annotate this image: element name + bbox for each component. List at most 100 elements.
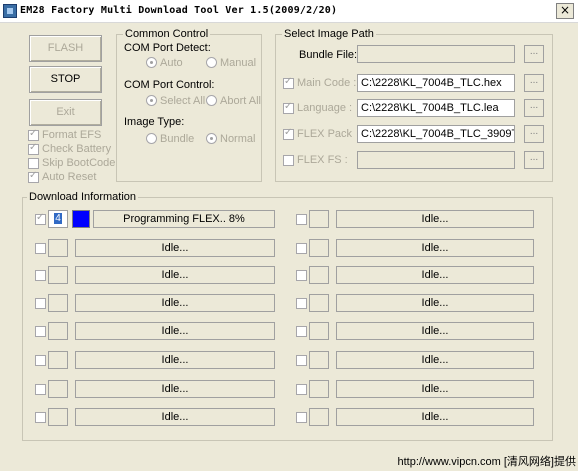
check-battery-checkbox[interactable] bbox=[28, 142, 39, 155]
port-checkbox[interactable] bbox=[296, 270, 307, 281]
port-checkbox[interactable] bbox=[296, 384, 307, 395]
detect-auto-radio[interactable] bbox=[146, 57, 157, 68]
progress-bar: Idle... bbox=[75, 239, 275, 257]
flex-pack-field[interactable]: C:\2228\KL_7004B_TLC_3909T.fsm bbox=[357, 125, 515, 143]
title-bar: EM28 Factory Multi Download Tool Ver 1.5… bbox=[0, 0, 578, 23]
port-checkbox[interactable] bbox=[35, 212, 46, 225]
port-checkbox[interactable] bbox=[35, 298, 46, 309]
flex-fs-label: FLEX FS : bbox=[297, 154, 348, 166]
flex-pack-browse-button[interactable]: ... bbox=[524, 125, 544, 143]
flex-fs-checkbox[interactable] bbox=[283, 155, 294, 166]
progress-bar: Idle... bbox=[336, 322, 534, 340]
auto-reset-checkbox[interactable] bbox=[28, 170, 39, 183]
progress-bar: Idle... bbox=[336, 294, 534, 312]
port-checkbox[interactable] bbox=[296, 243, 307, 254]
port-number bbox=[309, 322, 329, 340]
bundle-browse-button[interactable]: ... bbox=[524, 45, 544, 63]
port-number bbox=[48, 239, 68, 257]
bundle-file-label: Bundle File: bbox=[299, 49, 358, 61]
control-abort-all-label: Abort All bbox=[220, 95, 261, 107]
download-information-group: Download Information bbox=[22, 191, 553, 441]
port-status-indicator bbox=[72, 210, 90, 228]
progress-bar: Idle... bbox=[75, 408, 275, 426]
port-checkbox[interactable] bbox=[296, 214, 307, 225]
port-number bbox=[309, 266, 329, 284]
exit-button[interactable]: Exit bbox=[29, 99, 102, 126]
format-efs-label: Format EFS bbox=[42, 129, 102, 141]
port-checkbox[interactable] bbox=[296, 298, 307, 309]
port-checkbox[interactable] bbox=[35, 412, 46, 423]
download-row: Idle... bbox=[296, 239, 536, 257]
image-normal-label: Normal bbox=[220, 133, 256, 145]
download-row: Idle... bbox=[296, 322, 536, 340]
control-select-all-label: Select All bbox=[160, 95, 206, 107]
flex-pack-checkbox[interactable] bbox=[283, 127, 294, 140]
port-number bbox=[309, 294, 329, 312]
port-checkbox[interactable] bbox=[35, 384, 46, 395]
download-row: 4 Programming FLEX.. 8% bbox=[35, 210, 275, 228]
flash-button[interactable]: FLASH bbox=[29, 35, 102, 62]
flex-fs-field[interactable] bbox=[357, 151, 515, 169]
flex-fs-browse-button[interactable]: ... bbox=[524, 151, 544, 169]
port-number bbox=[309, 239, 329, 257]
common-control-title: Common Control bbox=[123, 28, 211, 40]
main-code-browse-button[interactable]: ... bbox=[524, 74, 544, 92]
main-code-field[interactable]: C:\2228\KL_7004B_TLC.hex bbox=[357, 74, 515, 92]
com-port-detect-label: COM Port Detect: bbox=[124, 42, 211, 54]
download-row: Idle... bbox=[296, 380, 536, 398]
port-checkbox[interactable] bbox=[35, 243, 46, 254]
stop-button[interactable]: STOP bbox=[29, 66, 102, 93]
port-number bbox=[48, 408, 68, 426]
port-checkbox[interactable] bbox=[296, 326, 307, 337]
progress-bar: Idle... bbox=[75, 380, 275, 398]
port-number bbox=[48, 266, 68, 284]
progress-bar: Idle... bbox=[75, 322, 275, 340]
download-row: Idle... bbox=[296, 266, 536, 284]
detect-auto-label: Auto bbox=[160, 57, 183, 69]
progress-bar: Idle... bbox=[336, 351, 534, 369]
format-efs-checkbox[interactable] bbox=[28, 128, 39, 141]
port-number bbox=[48, 294, 68, 312]
image-bundle-radio[interactable] bbox=[146, 133, 157, 144]
port-number bbox=[48, 380, 68, 398]
progress-bar: Idle... bbox=[75, 294, 275, 312]
main-code-checkbox[interactable] bbox=[283, 76, 294, 89]
language-browse-button[interactable]: ... bbox=[524, 99, 544, 117]
progress-bar: Idle... bbox=[336, 380, 534, 398]
image-type-label: Image Type: bbox=[124, 116, 185, 128]
download-row: Idle... bbox=[35, 322, 275, 340]
download-row: Idle... bbox=[296, 408, 536, 426]
port-checkbox[interactable] bbox=[35, 355, 46, 366]
download-row: Idle... bbox=[35, 239, 275, 257]
bundle-file-field[interactable] bbox=[357, 45, 515, 63]
progress-bar: Idle... bbox=[336, 266, 534, 284]
port-checkbox[interactable] bbox=[35, 326, 46, 337]
language-checkbox[interactable] bbox=[283, 101, 294, 114]
close-button[interactable]: × bbox=[556, 3, 574, 19]
watermark-site: [清风网络]提供 bbox=[503, 456, 576, 468]
port-number bbox=[309, 380, 329, 398]
language-field[interactable]: C:\2228\KL_7004B_TLC.lea bbox=[357, 99, 515, 117]
com-port-control-label: COM Port Control: bbox=[124, 79, 215, 91]
port-checkbox[interactable] bbox=[35, 270, 46, 281]
window-title: EM28 Factory Multi Download Tool Ver 1.5… bbox=[20, 5, 338, 16]
skip-bootcode-checkbox[interactable] bbox=[28, 158, 39, 169]
port-checkbox[interactable] bbox=[296, 412, 307, 423]
download-row: Idle... bbox=[35, 380, 275, 398]
control-abort-all-radio[interactable] bbox=[206, 95, 217, 106]
image-normal-radio[interactable] bbox=[206, 133, 217, 144]
control-select-all-radio[interactable] bbox=[146, 95, 157, 106]
flex-pack-label: FLEX Pack bbox=[297, 128, 353, 140]
download-row: Idle... bbox=[296, 351, 536, 369]
progress-bar: Idle... bbox=[336, 210, 534, 228]
port-number: 4 bbox=[48, 210, 68, 228]
download-row: Idle... bbox=[296, 210, 536, 228]
main-code-label: Main Code : bbox=[297, 77, 357, 89]
download-row: Idle... bbox=[35, 351, 275, 369]
download-row: Idle... bbox=[35, 294, 275, 312]
detect-manual-radio[interactable] bbox=[206, 57, 217, 68]
port-checkbox[interactable] bbox=[296, 355, 307, 366]
progress-bar: Programming FLEX.. 8% bbox=[93, 210, 275, 228]
image-bundle-label: Bundle bbox=[160, 133, 195, 145]
detect-manual-label: Manual bbox=[220, 57, 257, 69]
